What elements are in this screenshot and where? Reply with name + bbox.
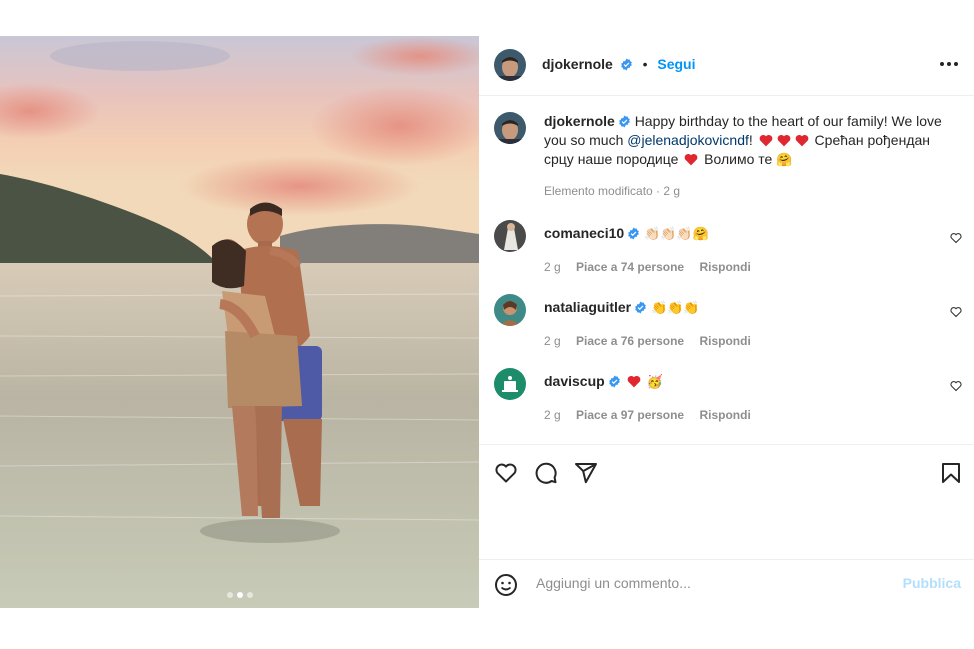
red-heart-emoji-icon	[759, 134, 773, 147]
commenter-avatar[interactable]	[494, 368, 526, 400]
red-heart-emoji-icon	[777, 134, 791, 147]
verified-badge-icon	[618, 115, 630, 128]
reply-button[interactable]: Rispondi	[699, 334, 750, 348]
comment-likes[interactable]: Piace a 74 persone	[576, 260, 684, 274]
heart-icon[interactable]	[494, 461, 518, 485]
verified-badge-icon	[620, 58, 632, 71]
avatar-image	[494, 294, 526, 326]
comment-likes[interactable]: Piace a 97 persone	[576, 408, 684, 422]
comment-like-heart-icon[interactable]	[950, 306, 962, 318]
avatar-image	[494, 112, 526, 144]
verified-badge-icon	[635, 301, 646, 314]
comment-username[interactable]: daviscup	[544, 373, 605, 389]
red-heart-emoji-icon	[627, 375, 640, 388]
post-side-panel: djokernole • Segui djokernole Happy birt…	[479, 36, 974, 608]
author-username[interactable]: djokernole	[542, 56, 613, 72]
more-options-icon[interactable]	[938, 54, 960, 74]
post-image[interactable]	[0, 36, 479, 608]
carousel-dots	[0, 592, 479, 598]
red-heart-emoji-icon	[684, 153, 698, 166]
caption-meta: Elemento modificato · 2 g	[544, 184, 681, 198]
share-icon[interactable]	[574, 461, 598, 485]
header-separator: •	[642, 56, 648, 72]
comment-age: 2 g	[544, 260, 561, 274]
verified-badge-icon	[628, 227, 639, 240]
caption-username[interactable]: djokernole	[544, 113, 615, 129]
beach-sunset-photo	[0, 36, 479, 608]
comment-likes[interactable]: Piace a 76 persone	[576, 334, 684, 348]
caption-author-avatar[interactable]	[494, 112, 526, 144]
comment-username[interactable]: nataliaguitler	[544, 299, 631, 315]
comment-like-heart-icon[interactable]	[950, 380, 962, 392]
comment-item: nataliaguitler 👏👏👏 2 g Piace a 76 person…	[479, 294, 974, 364]
comment-text: 👏👏👏	[651, 301, 700, 316]
commenter-avatar[interactable]	[494, 220, 526, 252]
comment-icon[interactable]	[534, 461, 558, 485]
comment-item: daviscup 🥳 2 g Piace a 97 persone Rispon…	[479, 368, 974, 438]
comment-text: 🥳	[646, 375, 663, 390]
comment-input[interactable]	[534, 574, 878, 592]
avatar-image	[494, 368, 526, 400]
verified-badge-icon	[608, 375, 620, 388]
comment-username[interactable]: comaneci10	[544, 225, 624, 241]
avatar-image	[494, 220, 526, 252]
publish-button[interactable]: Pubblica	[903, 575, 961, 591]
comment-text: 👏🏻👏🏻👏🏻🤗	[644, 227, 709, 242]
author-avatar[interactable]	[494, 49, 526, 81]
add-comment-bar: Pubblica	[479, 559, 974, 609]
caption-mention-link[interactable]: @jelenadjokovicndf	[627, 132, 749, 148]
follow-button[interactable]: Segui	[657, 56, 695, 72]
caption-text-2: !	[748, 132, 753, 148]
carousel-dot-active[interactable]	[236, 592, 243, 598]
post-header: djokernole • Segui	[479, 36, 974, 96]
comment-age: 2 g	[544, 408, 561, 422]
post-caption: djokernole Happy birthday to the heart o…	[544, 112, 949, 201]
caption-text-4: Волимо те	[700, 151, 777, 167]
comment-item: comaneci10 👏🏻👏🏻👏🏻🤗 2 g Piace a 74 person…	[479, 220, 974, 290]
avatar-image	[494, 49, 526, 81]
bookmark-icon[interactable]	[939, 461, 963, 485]
comment-age: 2 g	[544, 334, 561, 348]
reply-button[interactable]: Rispondi	[699, 408, 750, 422]
comment-like-heart-icon[interactable]	[950, 232, 962, 244]
red-heart-emoji-icon	[795, 134, 809, 147]
carousel-dot[interactable]	[246, 592, 253, 598]
reply-button[interactable]: Rispondi	[699, 260, 750, 274]
hugging-emoji: 🤗	[776, 153, 793, 168]
post-actions-bar	[479, 444, 974, 560]
emoji-icon[interactable]	[494, 573, 518, 597]
carousel-dot[interactable]	[226, 592, 233, 598]
commenter-avatar[interactable]	[494, 294, 526, 326]
